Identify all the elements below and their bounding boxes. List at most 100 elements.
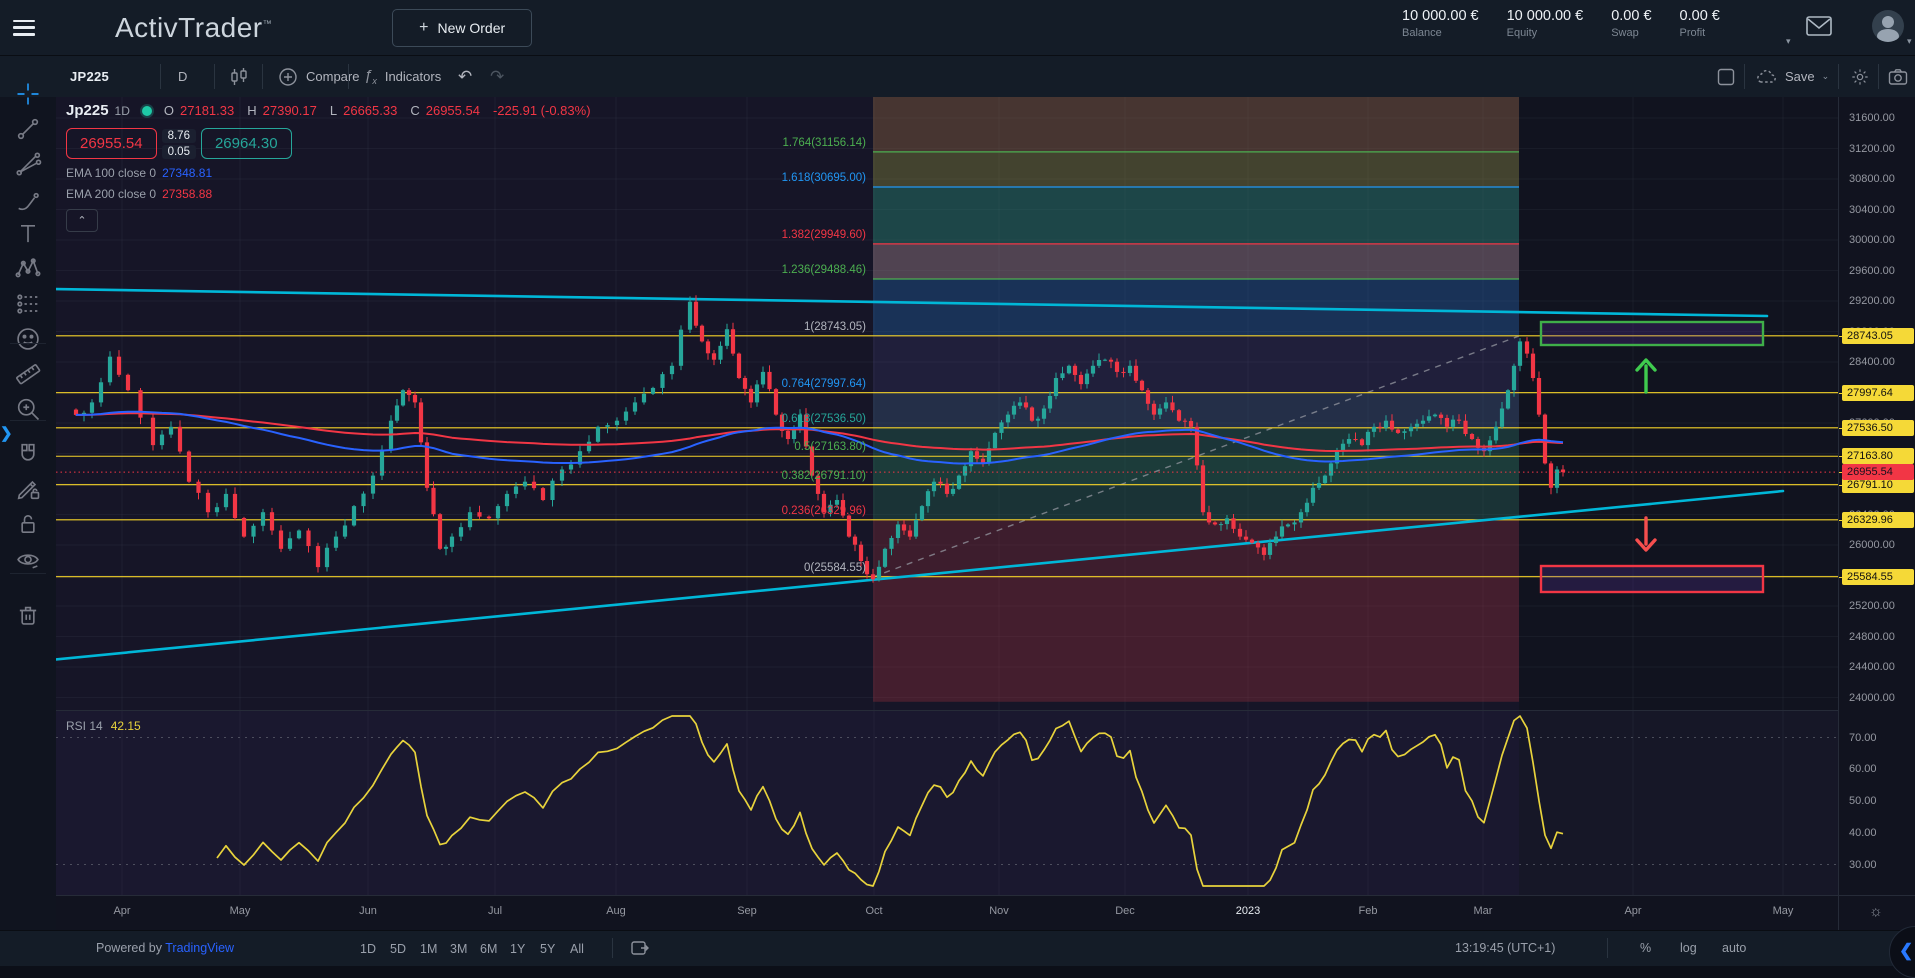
rsi-chart-canvas[interactable]	[56, 711, 1838, 895]
legend-interval[interactable]: 1D	[115, 104, 130, 118]
price-level-label: 28743.05	[1842, 328, 1914, 344]
price-axis-label: 26000.00	[1849, 539, 1895, 551]
percent-scale-button[interactable]: %	[1640, 941, 1651, 955]
fx-icon: ƒx	[364, 67, 377, 86]
price-level-label: 27536.50	[1842, 420, 1914, 436]
price-axis-label: 24800.00	[1849, 631, 1895, 643]
save-caret-icon: ⌄	[1822, 71, 1830, 82]
legend-collapse-button[interactable]: ⌃	[66, 209, 98, 232]
camera-icon	[1888, 68, 1908, 86]
time-axis-label: Apr	[1624, 905, 1641, 917]
ema200-legend[interactable]: EMA 200 close 027358.88	[66, 187, 598, 201]
interval-button[interactable]: D	[178, 56, 187, 97]
account-balance: 10 000.00 €Balance	[1402, 8, 1479, 39]
zoom-in-tool[interactable]	[14, 395, 42, 423]
range-1d-button[interactable]: 1D	[360, 931, 376, 966]
fib-tools-tool[interactable]	[14, 150, 42, 178]
chart-toolbar: JP225 D Compare ƒx Indicators ↶ ↷ Save ⌄	[0, 56, 1915, 98]
buy-price-button[interactable]: 26964.30	[201, 128, 292, 159]
redo-button[interactable]: ↷	[490, 56, 504, 97]
trend-line-tool[interactable]	[14, 115, 42, 143]
hide-drawings-tool[interactable]	[14, 545, 42, 573]
ema100-legend[interactable]: EMA 100 close 027348.81	[66, 166, 598, 180]
price-level-label: 27997.64	[1842, 385, 1914, 401]
range-1y-button[interactable]: 1Y	[510, 931, 525, 966]
rsi-legend[interactable]: RSI 1442.15	[66, 719, 141, 733]
drawing-mode-tool[interactable]	[14, 475, 42, 503]
brush-tool[interactable]	[14, 185, 42, 213]
time-axis-label: Nov	[989, 905, 1009, 917]
time-axis[interactable]: AprMayJunJulAugSepOctNovDec2023FebMarApr…	[56, 895, 1838, 930]
price-level-label: 27163.80	[1842, 448, 1914, 464]
time-axis-label: Feb	[1359, 905, 1378, 917]
layout-button[interactable]	[1716, 56, 1736, 97]
tradingview-link[interactable]: TradingView	[165, 941, 234, 955]
rsi-axis-label: 40.00	[1849, 827, 1877, 839]
indicators-button[interactable]: ƒx Indicators	[364, 56, 441, 97]
rsi-axis-label: 60.00	[1849, 763, 1877, 775]
goto-date-button[interactable]	[630, 939, 650, 960]
settings-button[interactable]	[1850, 56, 1870, 97]
price-level-label: 26329.96	[1842, 512, 1914, 528]
account-equity: 10 000.00 €Equity	[1507, 8, 1584, 39]
ohlc-l-key: L	[330, 103, 337, 118]
account-profit: 0.00 €Profit	[1680, 8, 1720, 39]
sell-price-button[interactable]: 26955.54	[66, 128, 157, 159]
range-3m-button[interactable]: 3M	[450, 931, 467, 966]
price-level-label: 25584.55	[1842, 569, 1914, 585]
left-panel-expand-chevron-icon[interactable]: ❯	[0, 424, 13, 442]
profit-dropdown-caret-icon[interactable]: ▾	[1786, 36, 1791, 47]
undo-button[interactable]: ↶	[458, 56, 472, 97]
range-all-button[interactable]: All	[570, 931, 584, 966]
new-order-button[interactable]: +New Order	[392, 9, 532, 47]
symbol-button[interactable]: JP225	[70, 56, 109, 97]
chart-style-button[interactable]	[228, 56, 250, 97]
compare-plus-icon	[278, 67, 298, 87]
plus-icon: +	[419, 19, 428, 37]
cloud-icon	[1756, 68, 1778, 86]
avatar[interactable]	[1872, 10, 1904, 42]
crosshair-tool[interactable]	[14, 80, 42, 108]
time-axis-label: 2023	[1236, 905, 1260, 917]
ohlc-c-key: C	[410, 103, 419, 118]
remove-drawings-tool[interactable]	[14, 600, 42, 628]
clock[interactable]: 13:19:45 (UTC+1)	[1455, 941, 1555, 955]
range-6m-button[interactable]: 6M	[480, 931, 497, 966]
patterns-tool[interactable]	[14, 255, 42, 283]
price-axis-label: 30400.00	[1849, 204, 1895, 216]
price-axis[interactable]: 31600.0031200.0030800.0030400.0030000.00…	[1838, 97, 1915, 895]
spread-low: 0.05	[162, 145, 196, 159]
magnet-tool[interactable]	[14, 440, 42, 468]
hamburger-menu-icon[interactable]	[13, 20, 35, 36]
emoji-tool[interactable]	[14, 325, 42, 353]
range-1m-button[interactable]: 1M	[420, 931, 437, 966]
price-axis-label: 25200.00	[1849, 600, 1895, 612]
legend-symbol[interactable]: Jp225	[66, 102, 109, 119]
save-button[interactable]: Save ⌄	[1756, 56, 1829, 97]
time-axis-label: May	[230, 905, 251, 917]
range-5y-button[interactable]: 5Y	[540, 931, 555, 966]
layout-icon	[1716, 67, 1736, 87]
mail-icon[interactable]	[1806, 15, 1832, 42]
screenshot-button[interactable]	[1888, 56, 1908, 97]
time-axis-label: Mar	[1474, 905, 1493, 917]
range-5d-button[interactable]: 5D	[390, 931, 406, 966]
time-axis-label: Oct	[865, 905, 882, 917]
chart-area[interactable]: 1.764(31156.14)1.618(30695.00)1.382(2994…	[56, 97, 1838, 895]
log-scale-button[interactable]: log	[1680, 941, 1697, 955]
avatar-dropdown-caret-icon[interactable]: ▾	[1907, 36, 1912, 47]
app-logo: ActivTrader™	[115, 12, 272, 44]
lock-drawings-tool[interactable]	[14, 510, 42, 538]
time-axis-label: Jul	[488, 905, 502, 917]
ruler-tool[interactable]	[14, 360, 42, 388]
brightness-sun-icon[interactable]: ☼	[1869, 903, 1883, 920]
time-axis-label: May	[1773, 905, 1794, 917]
trademark: ™	[263, 18, 273, 28]
ohlc-o-key: O	[164, 103, 174, 118]
auto-scale-button[interactable]: auto	[1722, 941, 1746, 955]
text-tool[interactable]	[14, 220, 42, 248]
spread-high: 8.76	[162, 129, 196, 143]
rsi-axis-label: 70.00	[1849, 732, 1877, 744]
rsi-axis-label: 50.00	[1849, 795, 1877, 807]
forecast-tool[interactable]	[14, 290, 42, 318]
